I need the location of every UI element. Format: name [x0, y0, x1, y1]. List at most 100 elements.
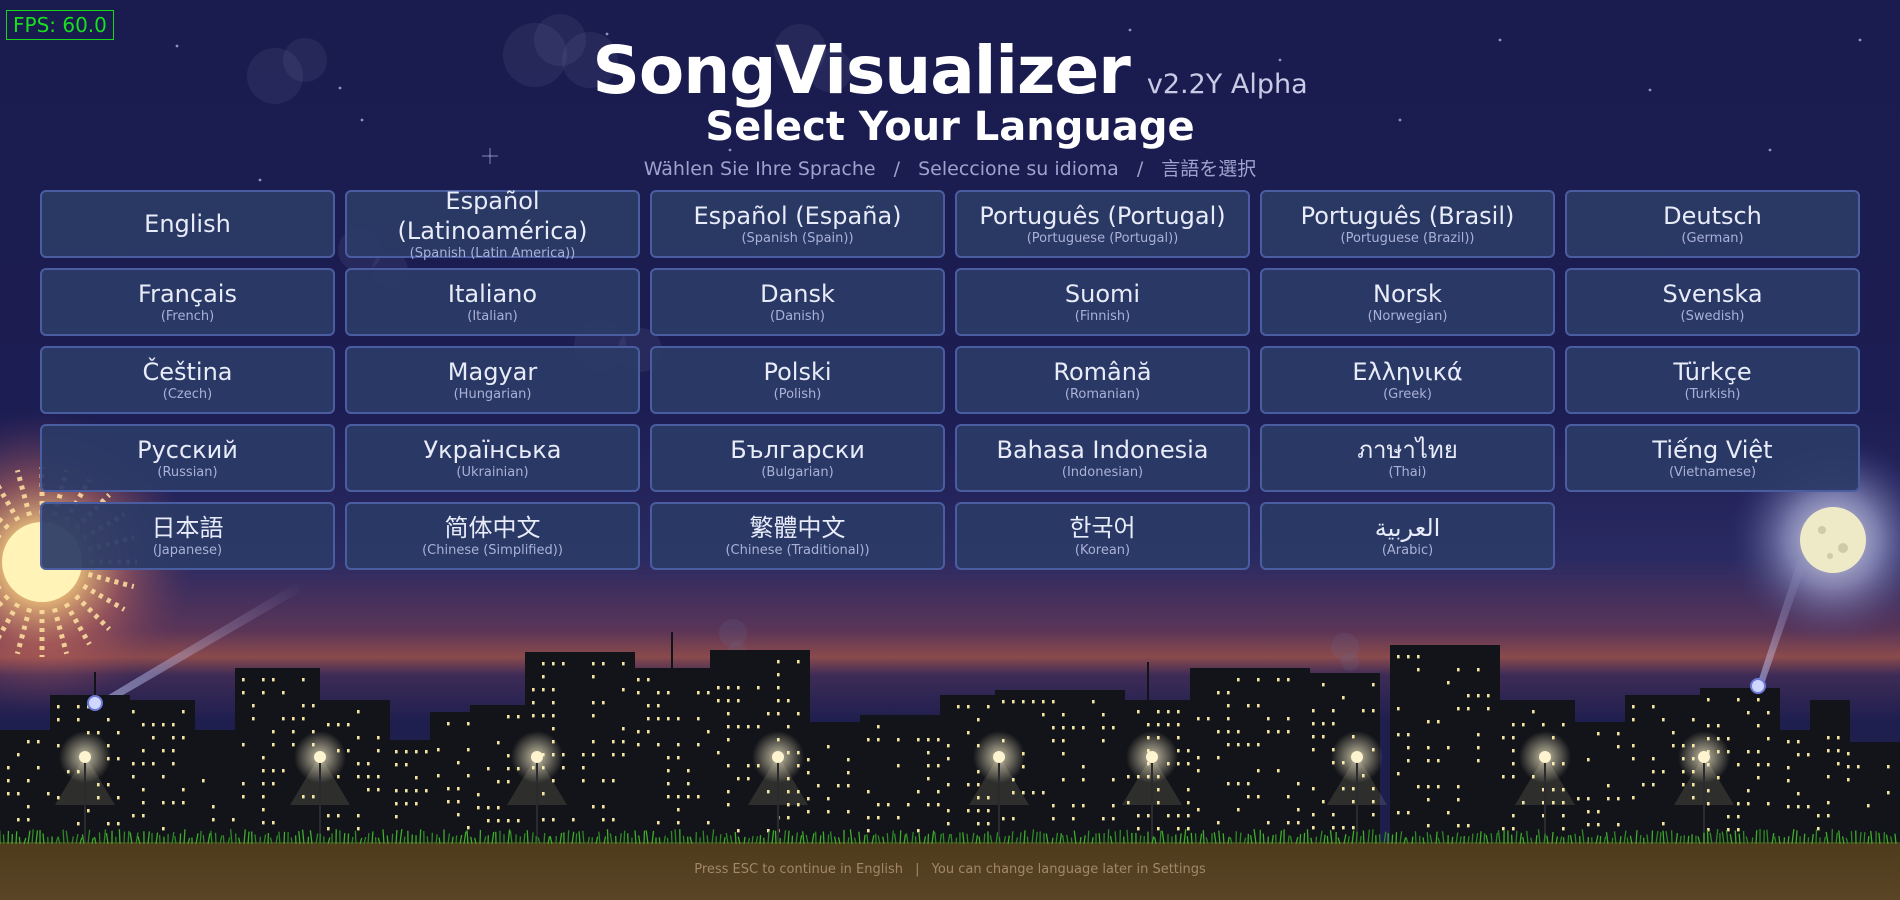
searchlight-right	[1750, 678, 1766, 694]
language-english-name: (French)	[160, 309, 215, 324]
language-button[interactable]: Dansk (Danish)	[650, 268, 945, 336]
language-english-name: (Norwegian)	[1367, 309, 1448, 324]
language-english-name: (Finnish)	[1074, 309, 1131, 324]
language-native-name: Polski	[763, 358, 832, 386]
language-button[interactable]: Magyar (Hungarian)	[345, 346, 640, 414]
translation-separator: /	[893, 158, 901, 180]
language-english-name: (Danish)	[770, 309, 825, 324]
language-button[interactable]: Українська (Ukrainian)	[345, 424, 640, 492]
language-button[interactable]: 繁體中文 (Chinese (Traditional))	[650, 502, 945, 570]
language-native-name: ภาษาไทย	[1357, 436, 1458, 464]
footer-esc-hint: Press ESC to continue in English	[694, 862, 903, 877]
language-button[interactable]: Ελληνικά (Greek)	[1260, 346, 1555, 414]
language-button[interactable]: Suomi (Finnish)	[955, 268, 1250, 336]
language-english-name: (Swedish)	[1680, 309, 1745, 324]
language-native-name: Suomi	[1064, 280, 1141, 308]
language-english-name: (Czech)	[162, 387, 213, 402]
language-native-name: Deutsch	[1663, 202, 1762, 230]
language-english-name: (Turkish)	[1684, 387, 1741, 402]
language-button[interactable]: 한국어 (Korean)	[955, 502, 1250, 570]
footer-separator: |	[915, 862, 920, 877]
language-native-name: Svenska	[1662, 280, 1763, 308]
language-grid: English Español (Latinoamérica) (Spanish (…	[40, 187, 1862, 570]
language-english-name: (Hungarian)	[453, 387, 532, 402]
language-button[interactable]: Français (French)	[40, 268, 335, 336]
searchlight-left	[87, 695, 103, 711]
language-native-name: Română	[1053, 358, 1152, 386]
language-button[interactable]: Polski (Polish)	[650, 346, 945, 414]
app-title: SongVisualizer	[592, 32, 1130, 109]
language-english-name: (Arabic)	[1381, 543, 1434, 558]
translation-german: Wählen Sie Ihre Sprache	[643, 158, 876, 180]
language-native-name: Español (Latinoamérica)	[397, 187, 588, 245]
language-button[interactable]: Русский (Russian)	[40, 424, 335, 492]
language-english-name: (Romanian)	[1064, 387, 1141, 402]
language-native-name: Čeština	[142, 358, 233, 386]
language-native-name: 日本語	[151, 514, 224, 542]
language-button[interactable]: English	[40, 190, 335, 258]
language-button[interactable]: العربية (Arabic)	[1260, 502, 1555, 570]
app-version: v2.2Y Alpha	[1146, 69, 1308, 100]
language-button[interactable]: Türkçe (Turkish)	[1565, 346, 1860, 414]
language-english-name: (Chinese (Traditional))	[725, 543, 870, 558]
language-english-name: (Portuguese (Brazil))	[1340, 231, 1475, 246]
language-english-name: (Spanish (Latin America))	[409, 246, 576, 261]
language-button[interactable]: Português (Brasil) (Portuguese (Brazil))	[1260, 190, 1555, 258]
language-button[interactable]: Čeština (Czech)	[40, 346, 335, 414]
language-native-name: 繁體中文	[749, 514, 846, 542]
language-english-name: (Japanese)	[152, 543, 223, 558]
language-native-name: 한국어	[1069, 514, 1136, 542]
language-native-name: Português (Brasil)	[1300, 202, 1515, 230]
language-native-name: Bahasa Indonesia	[996, 436, 1209, 464]
language-native-name: Español (España)	[693, 202, 902, 230]
language-english-name: (Indonesian)	[1061, 465, 1144, 480]
language-english-name: (Vietnamese)	[1668, 465, 1757, 480]
language-english-name: (Polish)	[773, 387, 822, 402]
language-button[interactable]: Română (Romanian)	[955, 346, 1250, 414]
language-native-name: Українська	[423, 436, 562, 464]
language-native-name: Български	[730, 436, 865, 464]
translation-spanish: Seleccione su idioma	[918, 158, 1119, 180]
language-button[interactable]: Deutsch (German)	[1565, 190, 1860, 258]
language-english-name: (Thai)	[1388, 465, 1427, 480]
language-native-name: Français	[138, 280, 237, 308]
subtitle-translations: Wählen Sie Ihre Sprache / Seleccione su …	[0, 154, 1900, 181]
language-button[interactable]: Español (Latinoamérica) (Spanish (Latin A…	[345, 187, 640, 261]
language-button[interactable]: Български (Bulgarian)	[650, 424, 945, 492]
language-button[interactable]: Italiano (Italian)	[345, 268, 640, 336]
language-button[interactable]: 简体中文 (Chinese (Simplified))	[345, 502, 640, 570]
translation-japanese: 言語を選択	[1161, 158, 1257, 180]
language-english-name: (Ukrainian)	[456, 465, 529, 480]
language-button[interactable]: Norsk (Norwegian)	[1260, 268, 1555, 336]
language-english-name: (Bulgarian)	[761, 465, 834, 480]
language-english-name: (Portuguese (Portugal))	[1026, 231, 1179, 246]
language-button[interactable]: Svenska (Swedish)	[1565, 268, 1860, 336]
language-native-name: Tiếng Việt	[1652, 436, 1773, 464]
language-native-name: English	[144, 210, 231, 238]
language-english-name: (German)	[1681, 231, 1744, 246]
language-native-name: 简体中文	[444, 514, 541, 542]
language-button[interactable]: Español (España) (Spanish (Spain))	[650, 190, 945, 258]
language-english-name: (Greek)	[1383, 387, 1432, 402]
language-english-name: (Italian)	[467, 309, 518, 324]
language-button[interactable]: Tiếng Việt (Vietnamese)	[1565, 424, 1860, 492]
language-native-name: Türkçe	[1673, 358, 1752, 386]
language-button[interactable]: Bahasa Indonesia (Indonesian)	[955, 424, 1250, 492]
language-english-name: (Korean)	[1074, 543, 1131, 558]
language-native-name: Ελληνικά	[1352, 358, 1463, 386]
language-english-name: (Chinese (Simplified))	[422, 543, 563, 558]
language-english-name: (Spanish (Spain))	[741, 231, 854, 246]
language-native-name: Magyar	[447, 358, 538, 386]
language-button[interactable]: 日本語 (Japanese)	[40, 502, 335, 570]
language-native-name: Русский	[137, 436, 238, 464]
language-english-name: (Russian)	[157, 465, 218, 480]
translation-separator: /	[1136, 158, 1144, 180]
language-native-name: Italiano	[447, 280, 538, 308]
footer-settings-hint: You can change language later in Setting…	[931, 862, 1206, 877]
language-button[interactable]: Português (Portugal) (Portuguese (Portuga…	[955, 190, 1250, 258]
title-row: SongVisualizer v2.2Y Alpha	[0, 32, 1900, 109]
page-title: Select Your Language	[705, 104, 1195, 150]
language-button[interactable]: ภาษาไทย (Thai)	[1260, 424, 1555, 492]
language-native-name: Dansk	[760, 280, 835, 308]
language-native-name: العربية	[1374, 514, 1441, 542]
